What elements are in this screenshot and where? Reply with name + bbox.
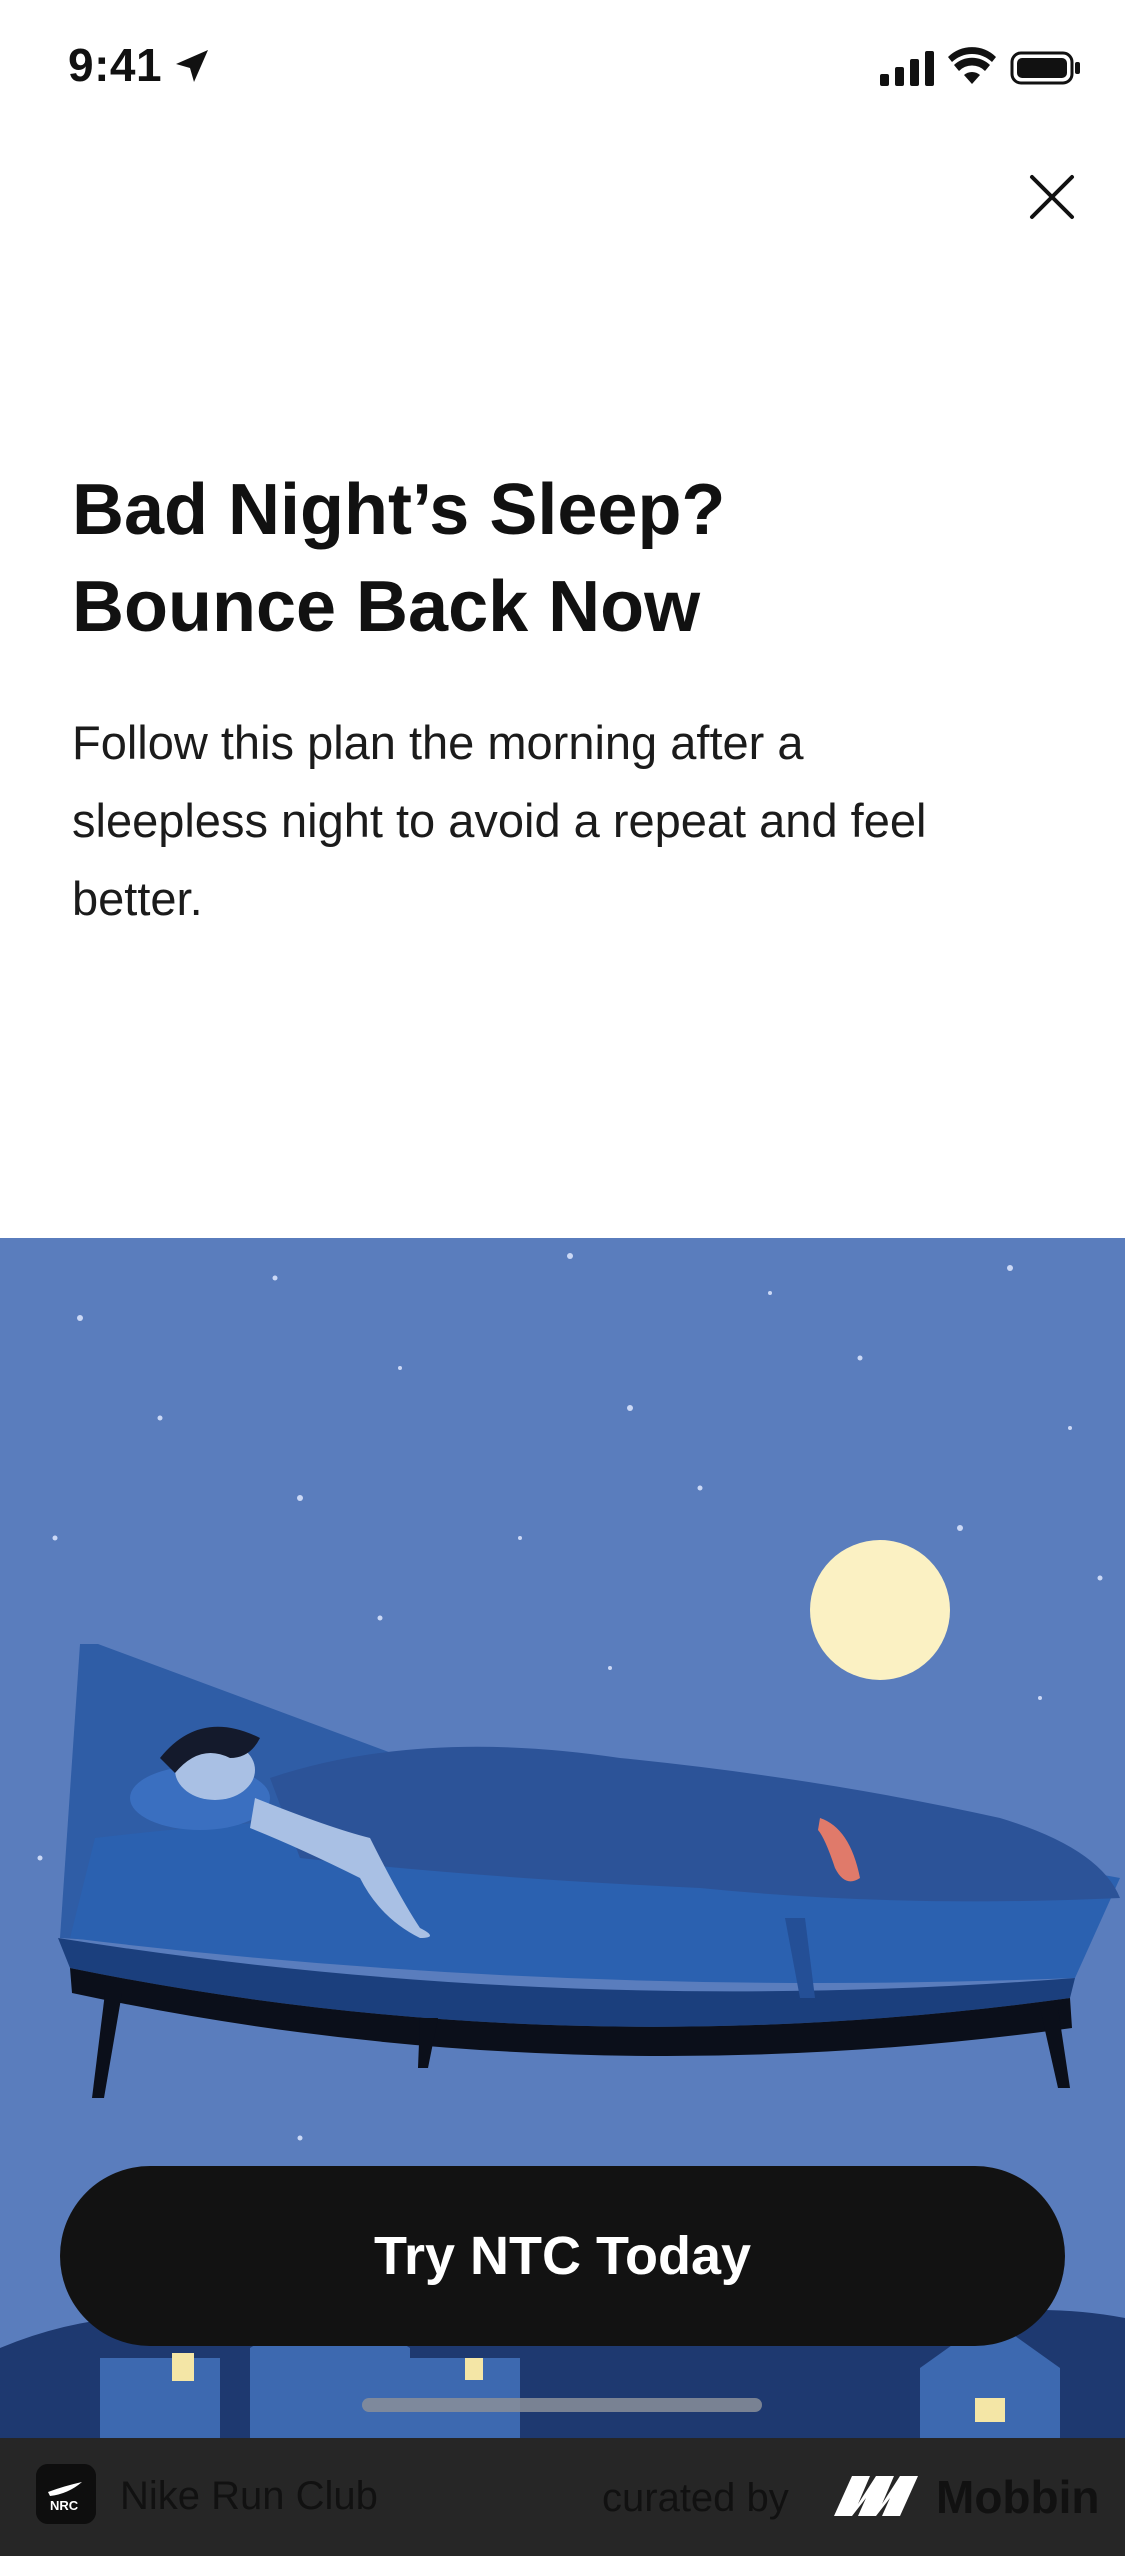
home-indicator[interactable] [362, 2398, 762, 2412]
mobbin-logo-icon [834, 2476, 918, 2516]
mobbin-brand: Mobbin [936, 2471, 1100, 2523]
plan-description: Follow this plan the morning after a sle… [72, 716, 927, 925]
title-line-1: Bad Night’s Sleep? [72, 470, 726, 550]
status-time: 9:41 [68, 39, 163, 91]
close-icon[interactable] [1020, 165, 1084, 229]
curated-by-label: curated by [602, 2476, 789, 2520]
svg-text:NRC: NRC [50, 2498, 79, 2513]
title-line-2: Bounce Back Now [72, 567, 701, 647]
nrc-app-icon: NRC [36, 2464, 96, 2524]
moon [810, 1540, 950, 1680]
location-arrow-icon [176, 50, 208, 82]
status-bar: 9:41 [0, 0, 1125, 140]
try-ntc-button[interactable]: Try NTC Today [60, 2166, 1065, 2346]
battery-icon [1010, 51, 1080, 85]
page-title: Bad Night’s Sleep? Bounce Back Now [72, 462, 1052, 656]
app-name: Nike Run Club [120, 2474, 378, 2518]
wifi-icon [948, 47, 996, 84]
cellular-signal-icon [880, 51, 934, 86]
